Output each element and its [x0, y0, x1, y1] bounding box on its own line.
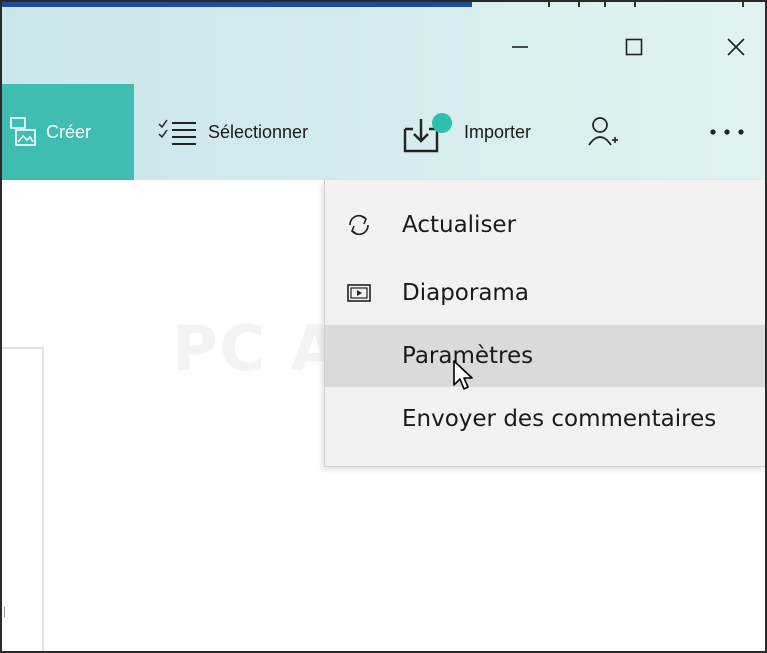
menu-item-label: Paramètres	[402, 343, 534, 369]
more-icon	[710, 129, 744, 135]
menu-item-label: Diaporama	[402, 280, 529, 306]
divider	[578, 2, 580, 7]
tick-mark	[4, 607, 5, 617]
minimize-icon	[512, 46, 528, 48]
side-panel	[2, 347, 44, 651]
menu-item-slideshow[interactable]: Diaporama	[325, 262, 765, 324]
divider	[634, 2, 636, 7]
more-options-menu: Actualiser Diaporama Paramètres Envoyer …	[324, 180, 765, 467]
divider	[548, 2, 550, 7]
notification-badge	[432, 113, 452, 133]
import-label: Importer	[464, 121, 532, 142]
refresh-icon	[345, 211, 373, 239]
select-button[interactable]: Sélectionner	[158, 84, 308, 180]
taskbar-edge	[2, 2, 472, 7]
slideshow-icon	[345, 279, 373, 307]
maximize-button[interactable]	[614, 30, 654, 64]
import-button[interactable]: Importer	[402, 84, 531, 180]
create-button[interactable]: Créer	[2, 84, 134, 180]
create-label: Créer	[46, 121, 92, 142]
divider	[742, 2, 744, 7]
select-label: Sélectionner	[208, 121, 309, 142]
title-bar	[2, 8, 765, 84]
menu-item-settings[interactable]: Paramètres	[325, 325, 765, 387]
maximize-icon	[625, 38, 643, 56]
menu-item-label: Envoyer des commentaires	[402, 406, 717, 432]
close-icon	[727, 38, 745, 56]
menu-item-refresh[interactable]: Actualiser	[325, 194, 765, 256]
close-button[interactable]	[716, 30, 756, 64]
command-bar: Créer Sélectionner Importer	[2, 84, 765, 180]
create-icon	[10, 117, 36, 146]
more-button[interactable]	[708, 84, 748, 180]
photos-app-window: Créer Sélectionner Importer PC Actualise…	[0, 0, 767, 653]
menu-item-label: Actualiser	[402, 212, 517, 238]
menu-item-feedback[interactable]: Envoyer des commentaires	[325, 388, 765, 450]
add-person-button[interactable]	[588, 84, 618, 180]
add-person-icon	[588, 117, 618, 146]
minimize-button[interactable]	[500, 30, 540, 64]
import-icon	[403, 113, 452, 153]
divider	[604, 2, 606, 7]
checklist-icon	[158, 119, 196, 145]
